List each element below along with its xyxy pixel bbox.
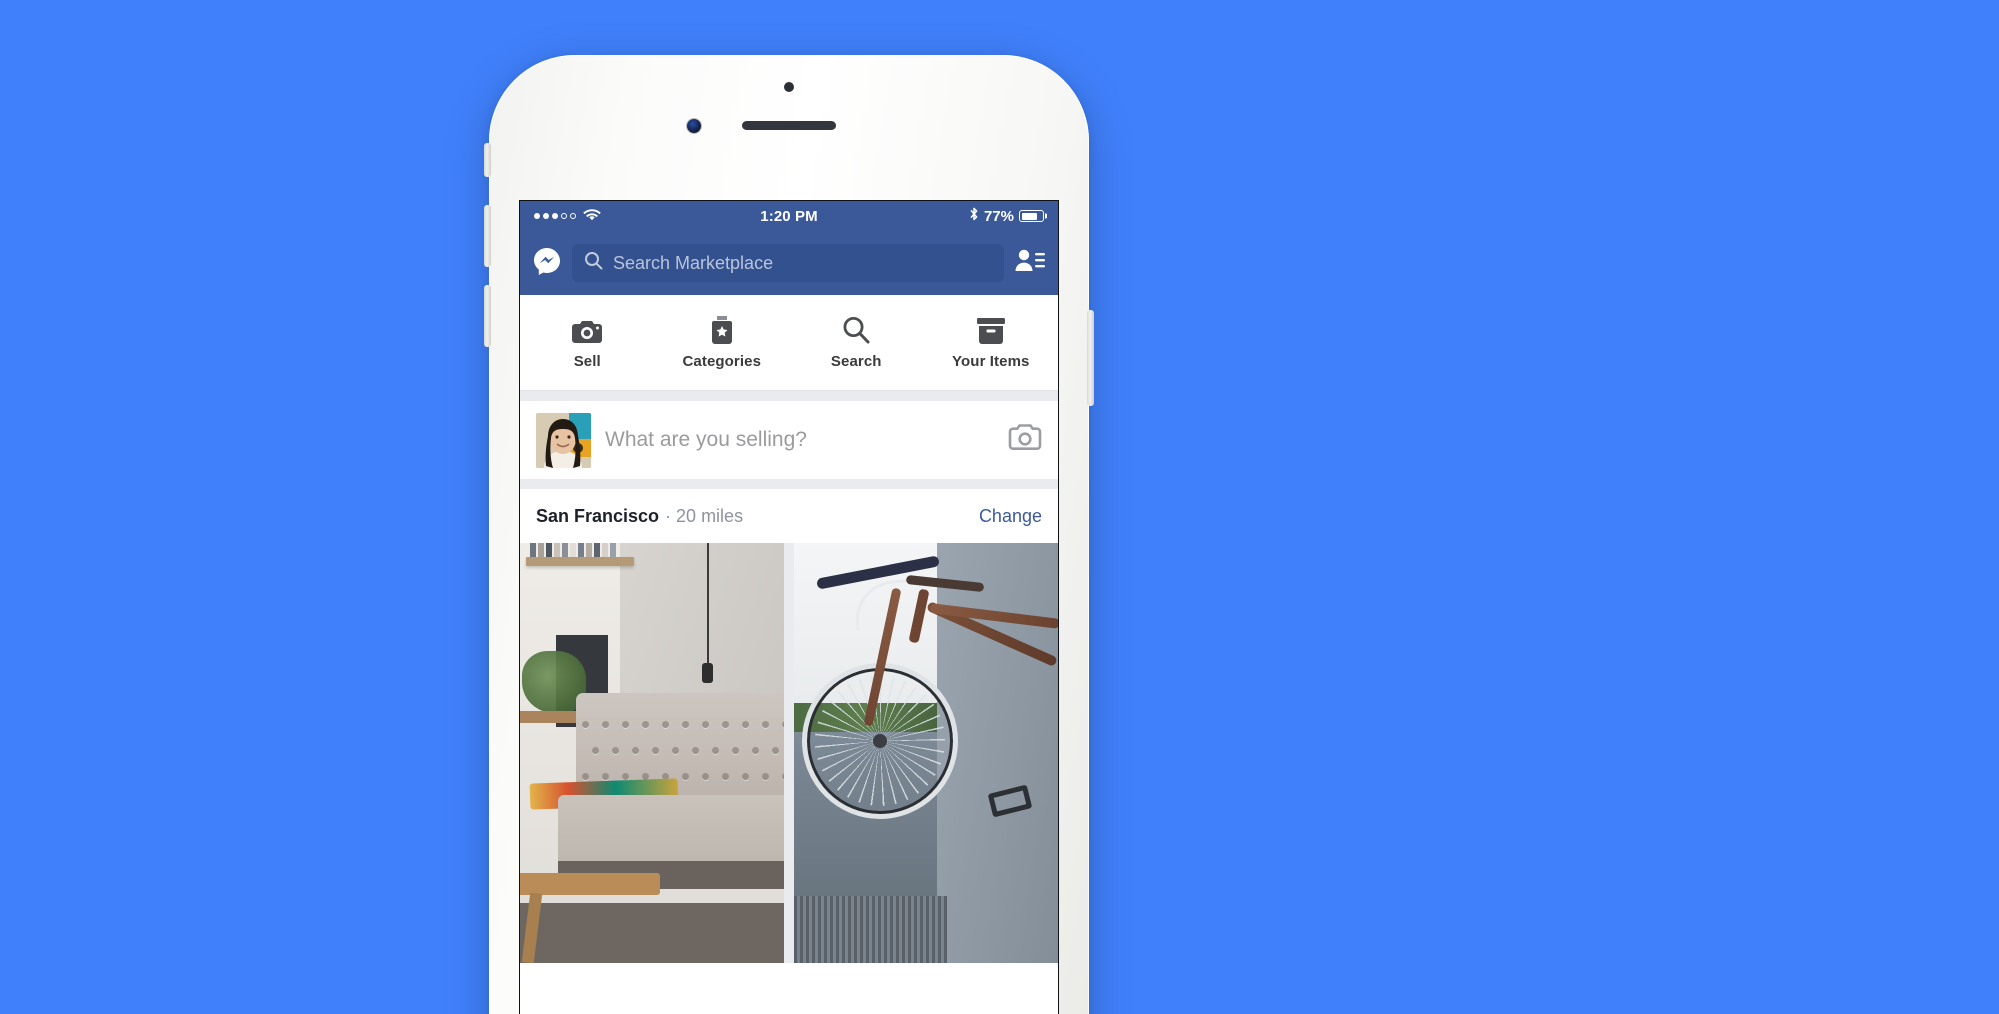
- marketplace-tab-strip: Sell Categories Search Your Items: [520, 295, 1058, 391]
- screenshot-canvas: 1:20 PM 77% Search Marketplace Sell Cate…: [0, 0, 1999, 1014]
- ios-status-bar: 1:20 PM 77%: [520, 201, 1058, 231]
- status-bar-clock: 1:20 PM: [760, 207, 818, 225]
- location-city: San Francisco: [536, 505, 660, 526]
- listing-card-bike[interactable]: [794, 543, 1058, 963]
- tab-label-sell: Sell: [573, 353, 601, 370]
- search-input[interactable]: Search Marketplace: [572, 244, 1004, 282]
- friend-requests-icon[interactable]: [1014, 247, 1046, 280]
- composer-row[interactable]: What are you selling?: [520, 401, 1058, 479]
- marketplace-nav-bar: Search Marketplace: [520, 231, 1058, 295]
- listings-grid: [520, 543, 1058, 963]
- section-divider: [520, 391, 1058, 401]
- wifi-icon: [583, 208, 601, 225]
- listing-photo-couch: [520, 543, 784, 963]
- location-bar: San Francisco · 20 miles Change: [520, 489, 1058, 543]
- iphone-device-frame: 1:20 PM 77% Search Marketplace Sell Cate…: [484, 55, 1094, 1014]
- composer-placeholder-text: What are you selling?: [605, 428, 807, 451]
- cellular-signal-icon: [534, 213, 576, 219]
- tab-your-items[interactable]: Your Items: [924, 315, 1059, 370]
- camera-icon: [571, 315, 603, 345]
- tab-categories[interactable]: Categories: [655, 315, 790, 370]
- front-camera-icon: [687, 119, 701, 133]
- tab-sell[interactable]: Sell: [520, 315, 655, 370]
- change-location-button[interactable]: Change: [979, 506, 1042, 527]
- power-button[interactable]: [1087, 310, 1094, 406]
- search-icon: [584, 251, 603, 275]
- listing-photo-bike: [794, 543, 1058, 963]
- jar-star-icon: [709, 315, 735, 345]
- section-divider-2: [520, 479, 1058, 489]
- earpiece-speaker: [742, 121, 836, 130]
- search-placeholder-text: Search Marketplace: [613, 252, 774, 273]
- tab-label-categories: Categories: [682, 353, 762, 370]
- silent-switch-button[interactable]: [484, 143, 491, 177]
- status-bar-left: [534, 208, 601, 225]
- battery-percent-label: 77%: [983, 207, 1014, 225]
- volume-up-button[interactable]: [484, 205, 491, 267]
- composer-camera-icon[interactable]: [1008, 423, 1042, 457]
- volume-down-button[interactable]: [484, 285, 491, 347]
- avatar[interactable]: [536, 412, 591, 468]
- location-distance: · 20 miles: [665, 505, 744, 526]
- tab-label-search: Search: [830, 353, 882, 370]
- magnifier-icon: [841, 315, 871, 345]
- messenger-icon[interactable]: [532, 246, 562, 281]
- tab-label-your-items: Your Items: [952, 353, 1030, 370]
- bluetooth-icon: [969, 206, 979, 226]
- tab-search[interactable]: Search: [789, 315, 924, 370]
- box-icon: [976, 315, 1006, 345]
- status-bar-right: 77%: [969, 206, 1044, 226]
- phone-screen: 1:20 PM 77% Search Marketplace Sell Cate…: [519, 200, 1059, 1014]
- battery-icon: [1019, 210, 1044, 222]
- listing-card-couch[interactable]: [520, 543, 784, 963]
- proximity-sensor-icon: [784, 82, 794, 92]
